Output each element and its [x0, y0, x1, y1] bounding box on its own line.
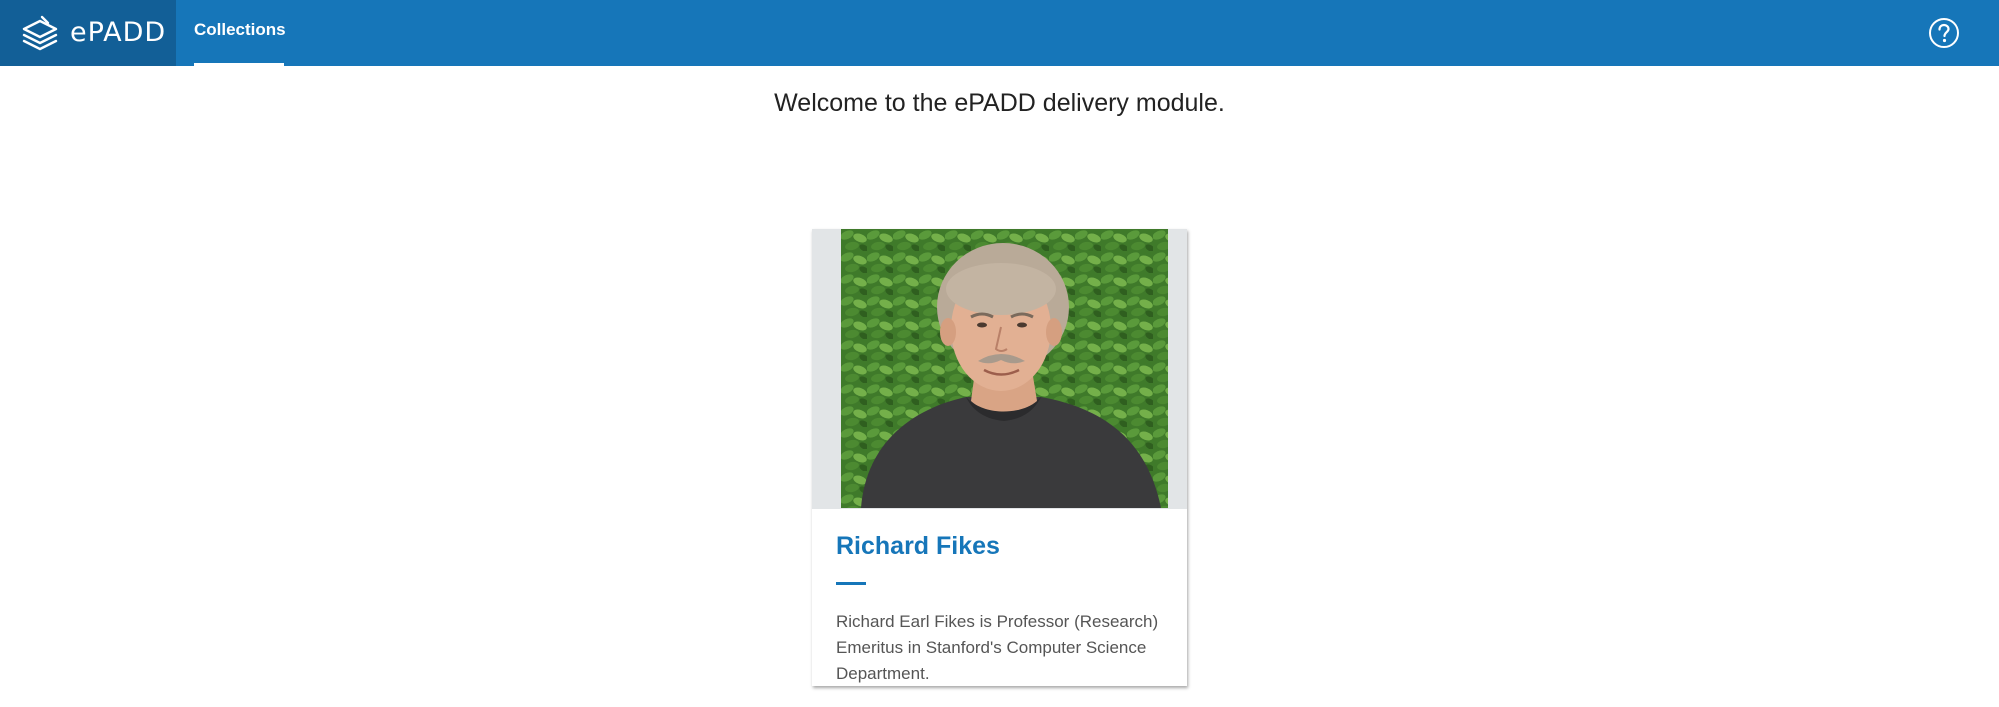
- logo-text: ePADD: [70, 17, 167, 48]
- collection-description: Richard Earl Fikes is Professor (Researc…: [836, 612, 1159, 683]
- question-circle-icon[interactable]: [1928, 17, 1960, 49]
- top-navigation-bar: ePADD Collections: [0, 0, 1999, 66]
- card-photo-frame: [812, 229, 1187, 509]
- collection-card[interactable]: Richard Fikes Richard Earl Fikes is Prof…: [812, 229, 1187, 686]
- collection-title[interactable]: Richard Fikes: [836, 529, 1000, 563]
- active-tab-indicator: [194, 63, 284, 66]
- title-divider: [836, 582, 866, 585]
- portrait-photo[interactable]: [841, 229, 1168, 508]
- stacked-papers-logo-icon: [22, 15, 58, 51]
- tab-collections-label: Collections: [194, 20, 286, 39]
- welcome-message: Welcome to the ePADD delivery module.: [774, 89, 1225, 117]
- tab-collections[interactable]: Collections: [194, 0, 286, 66]
- epadd-logo[interactable]: ePADD: [0, 0, 176, 66]
